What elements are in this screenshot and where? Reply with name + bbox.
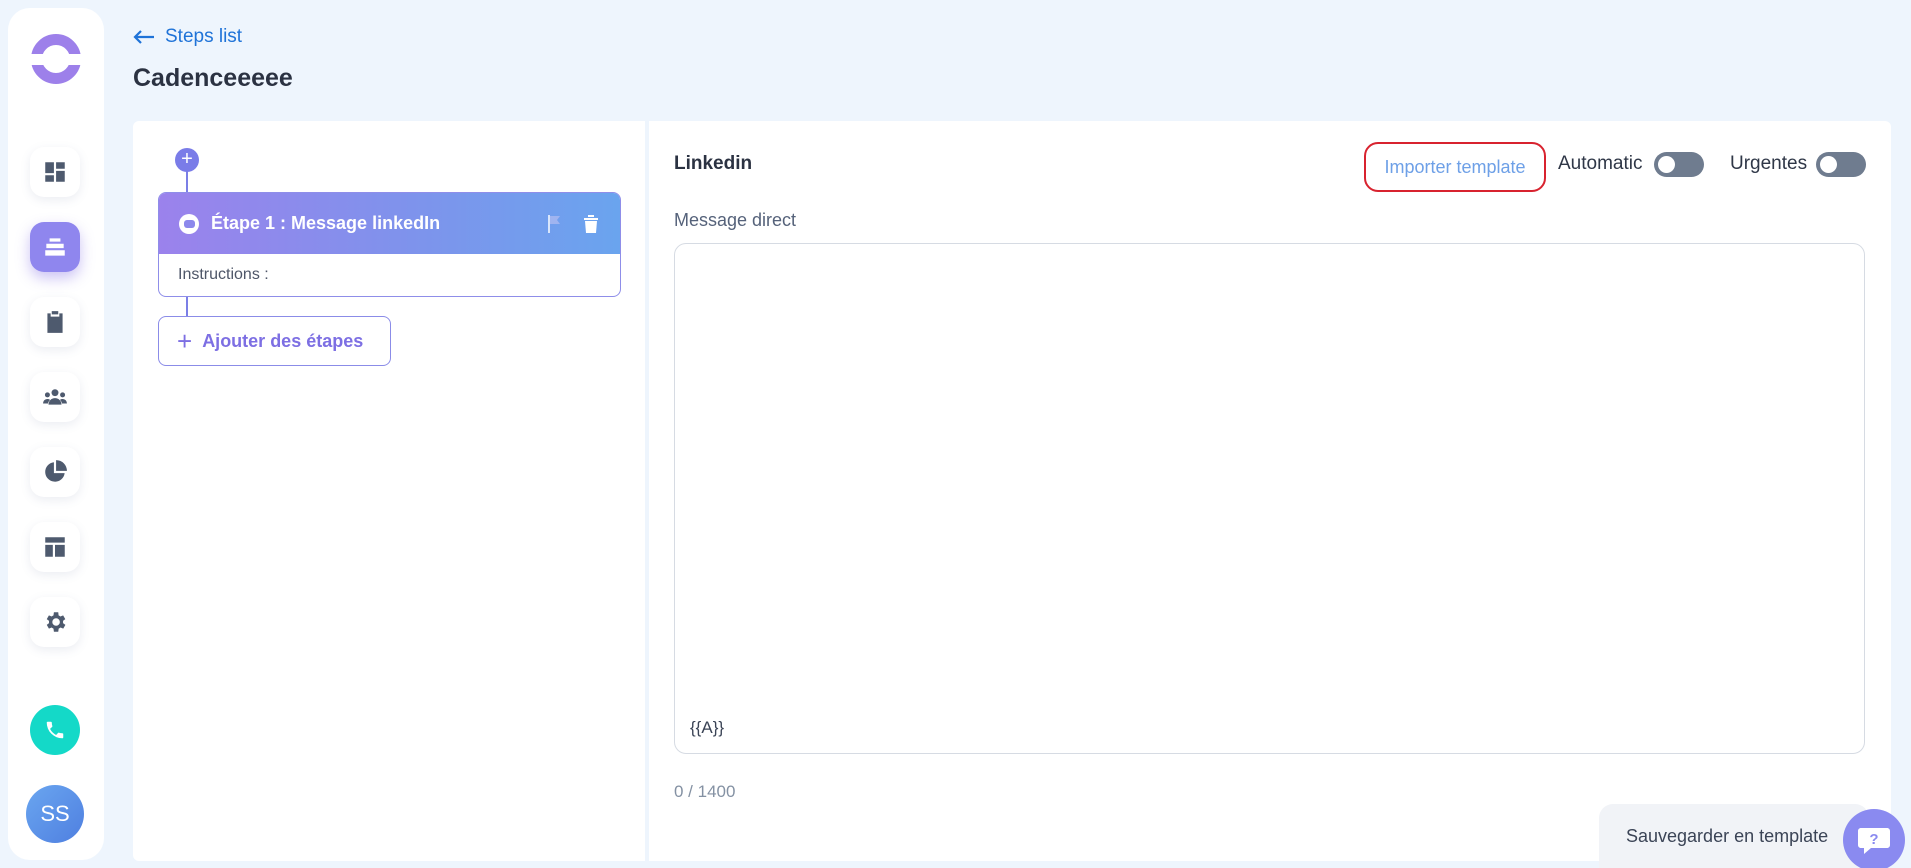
sidebar-item-templates[interactable] bbox=[30, 522, 80, 572]
page-title: Cadenceeeee bbox=[133, 64, 293, 92]
stack-icon bbox=[45, 238, 65, 256]
help-chat-icon: ? bbox=[1858, 828, 1890, 854]
arrow-left-icon bbox=[133, 30, 154, 44]
phone-button[interactable] bbox=[30, 705, 80, 755]
plus-icon: + bbox=[177, 326, 193, 356]
sidebar-item-contacts[interactable] bbox=[30, 372, 80, 422]
import-template-button[interactable]: Importer template bbox=[1364, 142, 1546, 192]
timeline-connector bbox=[186, 170, 188, 194]
timeline-connector bbox=[186, 296, 188, 318]
sidebar-item-dashboard[interactable] bbox=[30, 147, 80, 197]
flag-icon[interactable] bbox=[546, 214, 564, 234]
add-steps-label: Ajouter des étapes bbox=[202, 330, 364, 351]
sidebar-item-cadences[interactable] bbox=[30, 222, 80, 272]
sidebar-item-tasks[interactable] bbox=[30, 297, 80, 347]
add-step-before-button[interactable]: + bbox=[175, 148, 199, 172]
sidebar: SS bbox=[8, 8, 104, 860]
sidebar-item-settings[interactable] bbox=[30, 597, 80, 647]
step-title: Étape 1 : Message linkedIn bbox=[211, 213, 441, 233]
save-template-button[interactable]: Sauvegarder en template bbox=[1599, 804, 1869, 868]
people-icon bbox=[43, 389, 67, 405]
char-counter: 0 / 1400 bbox=[674, 782, 736, 801]
automatic-toggle[interactable] bbox=[1654, 152, 1704, 177]
back-link[interactable]: Steps list bbox=[133, 26, 242, 48]
urgent-toggle[interactable] bbox=[1816, 152, 1866, 177]
clipboard-icon bbox=[47, 311, 63, 333]
trash-icon[interactable] bbox=[582, 214, 600, 234]
pie-chart-icon bbox=[45, 460, 67, 482]
sidebar-item-statistics[interactable] bbox=[30, 447, 80, 497]
help-button[interactable]: ? bbox=[1843, 809, 1905, 868]
message-textarea[interactable] bbox=[674, 243, 1865, 754]
avatar[interactable]: SS bbox=[26, 785, 84, 843]
layout-icon bbox=[45, 537, 65, 557]
variable-token[interactable]: {{A}} bbox=[690, 718, 724, 738]
add-steps-button[interactable]: + Ajouter des étapes bbox=[158, 316, 391, 366]
urgent-label: Urgentes bbox=[1730, 153, 1808, 174]
dashboard-icon bbox=[45, 162, 65, 182]
phone-icon bbox=[46, 721, 64, 739]
step-instructions-label: Instructions : bbox=[178, 266, 269, 283]
back-link-label: Steps list bbox=[165, 26, 243, 47]
step-card[interactable]: Étape 1 : Message linkedIn Instructions … bbox=[158, 192, 621, 297]
automatic-label: Automatic bbox=[1558, 153, 1643, 174]
app-logo bbox=[28, 34, 84, 84]
svg-text:?: ? bbox=[1869, 831, 1878, 848]
message-field-label: Message direct bbox=[674, 210, 797, 230]
gear-icon bbox=[46, 612, 66, 632]
message-icon bbox=[179, 213, 199, 234]
step-header: Étape 1 : Message linkedIn bbox=[159, 193, 620, 254]
section-title: Linkedin bbox=[674, 153, 753, 174]
